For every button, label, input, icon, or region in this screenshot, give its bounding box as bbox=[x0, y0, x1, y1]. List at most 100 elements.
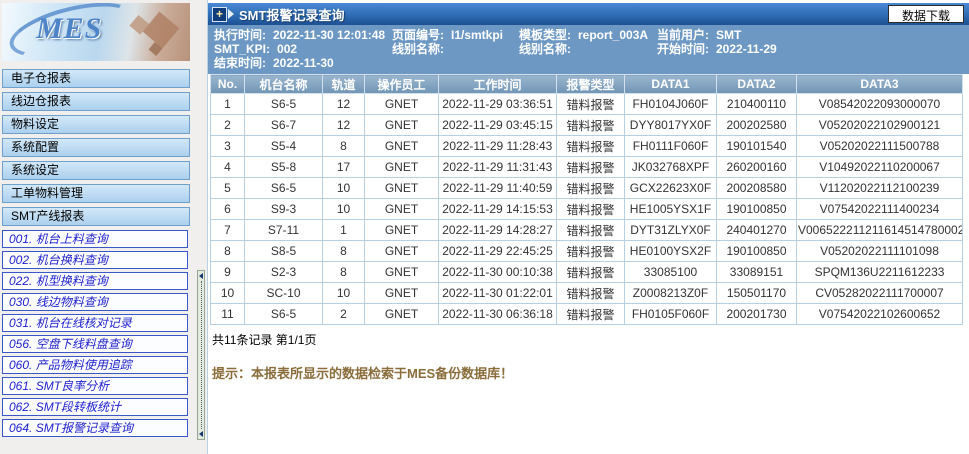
table-cell: 错料报警 bbox=[557, 94, 625, 115]
record-count: 共11条记录 第1/1页 bbox=[212, 331, 969, 348]
info-field-label: 结束时间: bbox=[214, 56, 266, 70]
sidebar-report-link[interactable]: 060. 产品物料使用追踪 bbox=[2, 356, 188, 374]
info-field: 结束时间:2022-11-30 bbox=[214, 56, 392, 70]
table-cell: S7-11 bbox=[245, 220, 323, 241]
table-cell: GNET bbox=[365, 136, 439, 157]
sidebar-section-button[interactable]: 工单物料管理 bbox=[2, 184, 190, 203]
sidebar-report-link[interactable]: 022. 机型换料查询 bbox=[2, 272, 188, 290]
info-row: SMT_KPI:002线别名称:线别名称:开始时间:2022-11-29 bbox=[214, 42, 969, 56]
splitter-grip bbox=[201, 281, 202, 429]
sidebar-section-button[interactable]: SMT产线报表 bbox=[2, 207, 190, 226]
table-cell: 11 bbox=[211, 304, 245, 325]
table-cell: FH0111F060F bbox=[625, 136, 717, 157]
table-cell: S5-8 bbox=[245, 157, 323, 178]
table-cell: 6 bbox=[211, 199, 245, 220]
info-field-value: SMT bbox=[716, 28, 741, 42]
table-cell: DYY8017YX0F bbox=[625, 115, 717, 136]
table-cell: 200202580 bbox=[717, 115, 797, 136]
data-download-button[interactable]: 数据下载 bbox=[888, 5, 964, 23]
arrow-right-icon bbox=[228, 9, 234, 19]
table-row: 6S9-310GNET2022-11-29 14:15:53错料报警HE1005… bbox=[211, 199, 963, 220]
table-cell: 错料报警 bbox=[557, 115, 625, 136]
table-cell: S6-5 bbox=[245, 94, 323, 115]
sidebar-section-button[interactable]: 系统配置 bbox=[2, 138, 190, 157]
column-header: 报警类型 bbox=[557, 75, 625, 94]
sidebar-section-label: 线边仓报表 bbox=[11, 94, 71, 108]
table-row: 3S5-48GNET2022-11-29 11:28:43错料报警FH0111F… bbox=[211, 136, 963, 157]
sidebar-report-label: 002. 机台换料查询 bbox=[9, 253, 108, 267]
sidebar-report-link[interactable]: 061. SMT良率分析 bbox=[2, 377, 188, 395]
sidebar-section-button[interactable]: 线边仓报表 bbox=[2, 92, 190, 111]
info-field-value: 2022-11-30 12:01:48 bbox=[273, 28, 385, 42]
table-row: 11S6-52GNET2022-11-30 06:36:18错料报警FH0105… bbox=[211, 304, 963, 325]
table-row: 2S6-712GNET2022-11-29 03:45:15错料报警DYY801… bbox=[211, 115, 963, 136]
info-field-value: 2022-11-29 bbox=[716, 42, 777, 56]
table-cell: GNET bbox=[365, 262, 439, 283]
table-cell: CV05282022111700007 bbox=[797, 283, 963, 304]
sidebar-splitter[interactable] bbox=[197, 270, 205, 440]
column-header: 机台名称 bbox=[245, 75, 323, 94]
mes-logo: MES bbox=[2, 3, 190, 61]
table-cell: 190101540 bbox=[717, 136, 797, 157]
info-field-value: 002 bbox=[277, 42, 297, 56]
sidebar-section-label: SMT产线报表 bbox=[11, 209, 84, 223]
info-field-label: 页面编号: bbox=[392, 28, 444, 42]
table-cell: 10 bbox=[323, 199, 365, 220]
info-field-label: SMT_KPI: bbox=[214, 42, 270, 56]
table-cell: Z0008213Z0F bbox=[625, 283, 717, 304]
page-title: SMT报警记录查询 bbox=[239, 5, 344, 24]
table-cell: 错料报警 bbox=[557, 262, 625, 283]
table-header-row: No.机台名称轨道操作员工工作时间报警类型DATA1DATA2DATA3 bbox=[211, 75, 963, 94]
sidebar-section-button[interactable]: 物料设定 bbox=[2, 115, 190, 134]
table-cell: 33085100 bbox=[625, 262, 717, 283]
column-header: 轨道 bbox=[323, 75, 365, 94]
table-cell: V10492022110200067 bbox=[797, 157, 963, 178]
sidebar-report-link[interactable]: 001. 机台上料查询 bbox=[2, 230, 188, 248]
table-cell: 错料报警 bbox=[557, 304, 625, 325]
info-field-label: 当前用户: bbox=[657, 28, 709, 42]
sidebar-report-link[interactable]: 062. SMT段转板统计 bbox=[2, 398, 188, 416]
table-cell: 8 bbox=[323, 262, 365, 283]
sidebar-sections: 电子仓报表线边仓报表物料设定系统配置系统设定工单物料管理 SMT产线报表 bbox=[2, 69, 192, 226]
table-cell: 2022-11-29 11:28:43 bbox=[439, 136, 557, 157]
table-cell: 200201730 bbox=[717, 304, 797, 325]
sidebar-section-label: 系统设定 bbox=[11, 163, 59, 177]
sidebar-section-button[interactable]: 电子仓报表 bbox=[2, 69, 190, 88]
table-cell: S5-4 bbox=[245, 136, 323, 157]
table-row: 9S2-38GNET2022-11-30 00:10:38错料报警3308510… bbox=[211, 262, 963, 283]
sidebar-report-link[interactable]: 031. 机台在线核对记录 bbox=[2, 314, 188, 332]
table-cell: 9 bbox=[211, 262, 245, 283]
sidebar-report-link[interactable]: 064. SMT报警记录查询 bbox=[2, 419, 188, 437]
sidebar-section-button[interactable]: 系统设定 bbox=[2, 161, 190, 180]
table-cell: 7 bbox=[211, 220, 245, 241]
table-row: 8S8-58GNET2022-11-29 22:45:25错料报警HE0100Y… bbox=[211, 241, 963, 262]
table-cell: 5 bbox=[211, 178, 245, 199]
table-row: 10SC-1010GNET2022-11-30 01:22:01错料报警Z000… bbox=[211, 283, 963, 304]
info-field: 线别名称: bbox=[519, 42, 657, 56]
alarm-record-table: No.机台名称轨道操作员工工作时间报警类型DATA1DATA2DATA3 1S6… bbox=[210, 74, 963, 325]
collapse-left-icon[interactable] bbox=[199, 431, 203, 437]
sidebar-report-link[interactable]: 002. 机台换料查询 bbox=[2, 251, 188, 269]
sidebar-report-link[interactable]: 056. 空盘下线料盘查询 bbox=[2, 335, 188, 353]
collapse-left-icon[interactable] bbox=[199, 273, 203, 279]
table-cell: 4 bbox=[211, 157, 245, 178]
table-cell: FH0105F060F bbox=[625, 304, 717, 325]
table-cell: 8 bbox=[211, 241, 245, 262]
column-header: 工作时间 bbox=[439, 75, 557, 94]
table-cell: 2022-11-30 01:22:01 bbox=[439, 283, 557, 304]
column-header: DATA1 bbox=[625, 75, 717, 94]
table-cell: 2022-11-29 14:28:27 bbox=[439, 220, 557, 241]
table-cell: 12 bbox=[323, 94, 365, 115]
expand-plus-icon[interactable]: + bbox=[212, 7, 227, 22]
table-cell: 8 bbox=[323, 136, 365, 157]
table-cell: S9-3 bbox=[245, 199, 323, 220]
table-cell: 1 bbox=[211, 94, 245, 115]
table-cell: GNET bbox=[365, 178, 439, 199]
table-cell: 190100850 bbox=[717, 199, 797, 220]
table-cell: 150501170 bbox=[717, 283, 797, 304]
sidebar-report-link[interactable]: 030. 线边物料查询 bbox=[2, 293, 188, 311]
info-row: 执行时间:2022-11-30 12:01:48页面编号:I1/smtkpi模板… bbox=[214, 28, 969, 42]
table-cell: 2022-11-29 03:45:15 bbox=[439, 115, 557, 136]
table-cell: 33089151 bbox=[717, 262, 797, 283]
table-row: 4S5-817GNET2022-11-29 11:31:43错料报警JK0327… bbox=[211, 157, 963, 178]
